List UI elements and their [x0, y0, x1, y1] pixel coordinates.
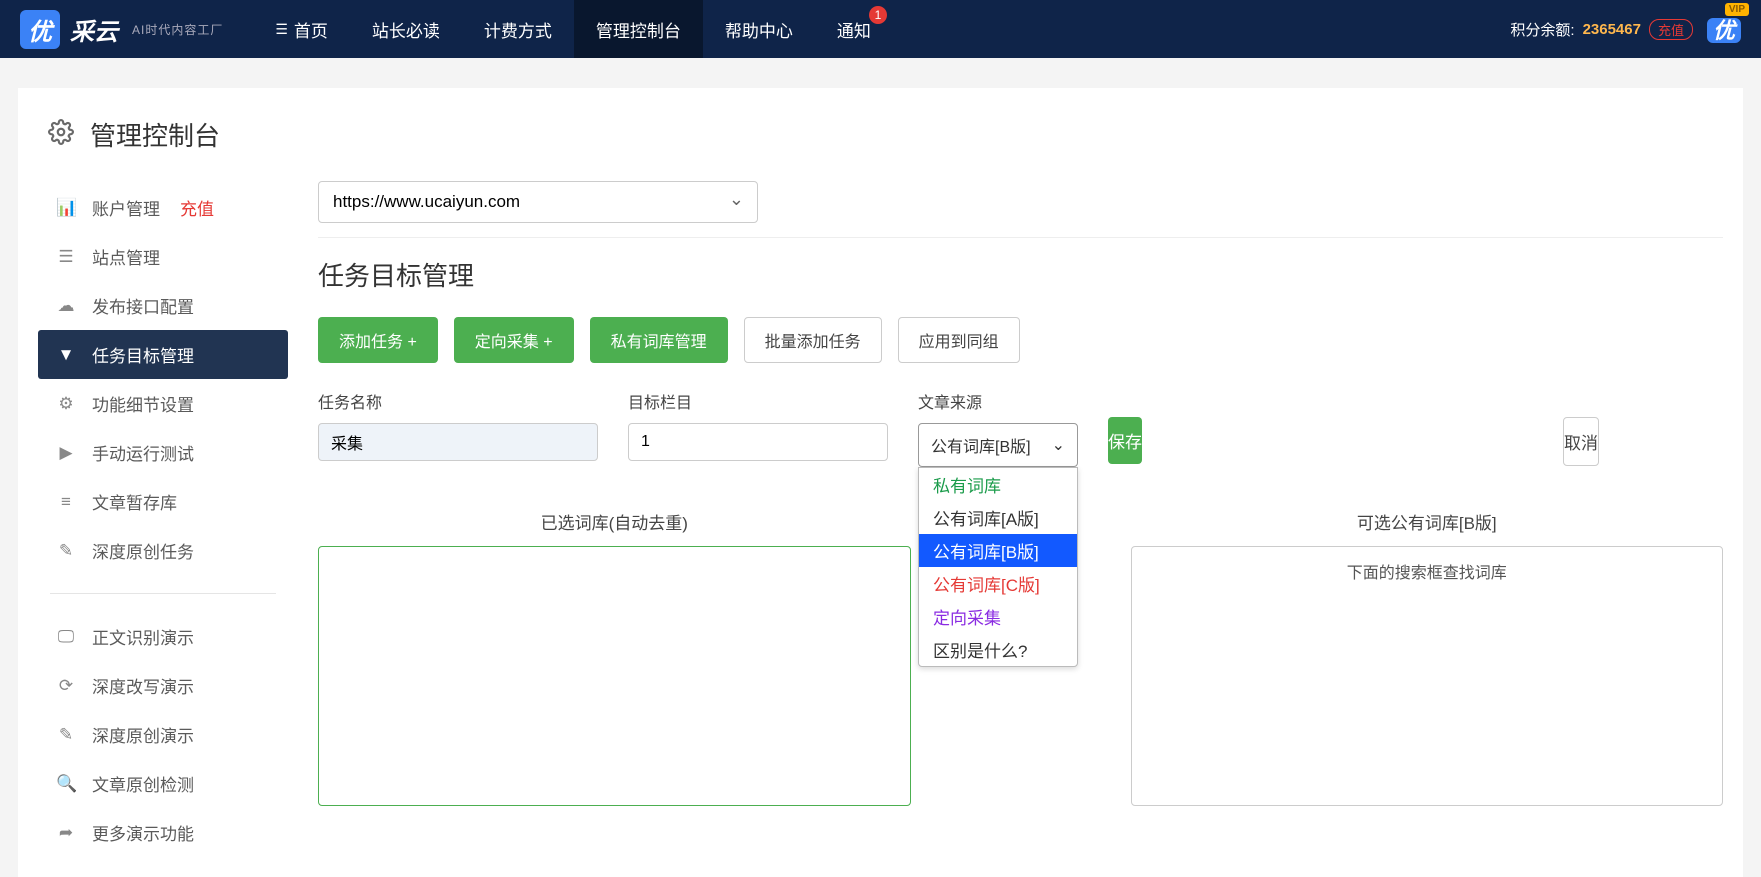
task-form: 任务名称 目标栏目 文章来源 公有词库[B版] ⌄ 私有词库	[318, 389, 1723, 467]
sidebar-item-check[interactable]: 🔍文章原创检测	[38, 759, 288, 808]
save-button[interactable]: 保存	[1108, 417, 1142, 464]
dd-option-diff[interactable]: 区别是什么?	[919, 633, 1077, 666]
edit-icon: ✎	[56, 541, 76, 561]
selected-lib-box[interactable]	[318, 546, 911, 806]
bar-chart-icon: 📊	[56, 198, 76, 218]
gear-icon	[48, 119, 74, 150]
batch-add-button[interactable]: 批量添加任务	[744, 317, 882, 363]
recharge-tag: 充值	[180, 195, 214, 220]
share-icon: ➦	[56, 823, 76, 843]
add-task-button[interactable]: 添加任务 +	[318, 317, 438, 363]
brand-name: 采云	[70, 12, 118, 47]
button-row: 添加任务 + 定向采集 + 私有词库管理 批量添加任务 应用到同组	[318, 317, 1723, 363]
filter-icon: ▼	[56, 345, 76, 365]
available-lib-box[interactable]: 下面的搜索框查找词库	[1131, 546, 1724, 806]
available-lib-title: 可选公有词库[B版]	[1131, 509, 1724, 534]
nav-mustread[interactable]: 站长必读	[350, 0, 462, 58]
cancel-button[interactable]: 取消	[1563, 417, 1599, 466]
available-lib-hint: 下面的搜索框查找词库	[1347, 565, 1507, 582]
sidebar-item-more[interactable]: ➦更多演示功能	[38, 808, 288, 857]
dd-option-private[interactable]: 私有词库	[919, 468, 1077, 501]
brand-subtitle: AI时代内容工厂	[132, 21, 223, 38]
site-select-wrap	[318, 181, 758, 223]
cloud-icon: ☁	[56, 296, 76, 316]
notify-badge: 1	[869, 6, 887, 24]
selected-lib-title: 已选词库(自动去重)	[318, 509, 911, 534]
target-col-input[interactable]	[628, 423, 888, 461]
nav-help[interactable]: 帮助中心	[703, 0, 815, 58]
sidebar-item-tasks[interactable]: ▼任务目标管理	[38, 330, 288, 379]
vip-tag: VIP	[1725, 3, 1749, 16]
nav-billing[interactable]: 计费方式	[462, 0, 574, 58]
source-label: 文章来源	[918, 389, 1078, 413]
nav-home[interactable]: ☰首页	[253, 0, 350, 58]
vip-avatar[interactable]: 优 VIP	[1707, 13, 1741, 45]
points-label: 积分余额:	[1510, 19, 1574, 40]
play-icon: ▶	[56, 443, 76, 463]
monitor-icon: 🖵	[56, 627, 76, 647]
brand-badge-icon: 优	[20, 10, 60, 49]
apply-group-button[interactable]: 应用到同组	[898, 317, 1020, 363]
nav-notify[interactable]: 通知 1	[815, 0, 893, 58]
search-icon: 🔍	[56, 774, 76, 794]
section-title: 任务目标管理	[318, 256, 1723, 293]
nav-right: 积分余额: 2365467 充值 优 VIP	[1510, 13, 1741, 45]
source-dropdown: 私有词库 公有词库[A版] 公有词库[B版] 公有词库[C版] 定向采集 区别是…	[918, 467, 1078, 667]
source-select[interactable]: 公有词库[B版] ⌄	[918, 423, 1078, 467]
sidebar: 📊账户管理充值 ☰站点管理 ☁发布接口配置 ▼任务目标管理 ⚙功能细节设置 ▶手…	[38, 173, 288, 857]
site-select[interactable]	[318, 181, 758, 223]
sidebar-item-sites[interactable]: ☰站点管理	[38, 232, 288, 281]
sidebar-item-draft[interactable]: ≡文章暂存库	[38, 477, 288, 526]
sidebar-item-account[interactable]: 📊账户管理充值	[38, 183, 288, 232]
brand-logo[interactable]: 优 采云 AI时代内容工厂	[20, 10, 223, 49]
refresh-icon: ⟳	[56, 676, 76, 696]
sidebar-item-settings[interactable]: ⚙功能细节设置	[38, 379, 288, 428]
recharge-button[interactable]: 充值	[1649, 19, 1693, 40]
sidebar-item-original-demo[interactable]: ✎深度原创演示	[38, 710, 288, 759]
menu-icon: ☰	[275, 21, 288, 38]
sidebar-item-recognize[interactable]: 🖵正文识别演示	[38, 612, 288, 661]
task-name-input[interactable]	[318, 423, 598, 461]
nav-links: ☰首页 站长必读 计费方式 管理控制台 帮助中心 通知 1	[253, 0, 893, 58]
page-header: 管理控制台	[18, 88, 1743, 173]
dd-option-a[interactable]: 公有词库[A版]	[919, 501, 1077, 534]
vip-badge-icon: 优	[1707, 18, 1741, 43]
points-value: 2365467	[1583, 21, 1641, 38]
top-nav: 优 采云 AI时代内容工厂 ☰首页 站长必读 计费方式 管理控制台 帮助中心 通…	[0, 0, 1761, 58]
private-lib-button[interactable]: 私有词库管理	[590, 317, 728, 363]
target-col-label: 目标栏目	[628, 389, 888, 413]
sidebar-item-rewrite[interactable]: ⟳深度改写演示	[38, 661, 288, 710]
content-area: 任务目标管理 添加任务 + 定向采集 + 私有词库管理 批量添加任务 应用到同组…	[318, 173, 1723, 806]
cogs-icon: ⚙	[56, 394, 76, 414]
list-icon: ☰	[56, 247, 76, 267]
sidebar-item-original[interactable]: ✎深度原创任务	[38, 526, 288, 575]
dd-option-c[interactable]: 公有词库[C版]	[919, 567, 1077, 600]
edit-icon: ✎	[56, 725, 76, 745]
sidebar-item-runtest[interactable]: ▶手动运行测试	[38, 428, 288, 477]
dd-option-directed[interactable]: 定向采集	[919, 600, 1077, 633]
dd-option-b[interactable]: 公有词库[B版]	[919, 534, 1077, 567]
page-title: 管理控制台	[90, 116, 220, 153]
directed-collect-button[interactable]: 定向采集 +	[454, 317, 574, 363]
database-icon: ≡	[56, 492, 76, 512]
sidebar-item-publish[interactable]: ☁发布接口配置	[38, 281, 288, 330]
chevron-down-icon: ⌄	[1052, 435, 1065, 455]
nav-console[interactable]: 管理控制台	[574, 0, 703, 58]
task-name-label: 任务名称	[318, 389, 598, 413]
sidebar-divider	[50, 593, 276, 594]
